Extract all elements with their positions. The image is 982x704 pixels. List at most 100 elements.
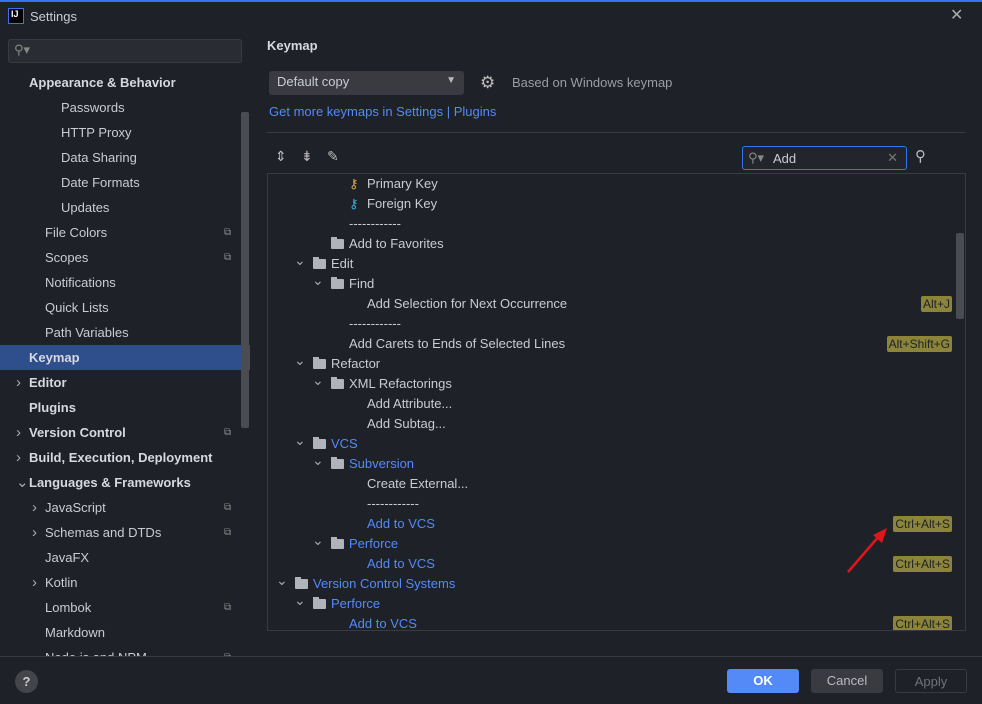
- chevron-right-icon[interactable]: ›: [16, 420, 21, 445]
- tree-row[interactable]: ⌄ Find: [268, 272, 965, 294]
- key-icon: ⚷: [349, 176, 359, 191]
- sidebar-item-label: Notifications: [45, 275, 116, 290]
- folder-icon: [331, 237, 344, 249]
- chevron-right-icon[interactable]: ›: [16, 445, 21, 470]
- keymap-select[interactable]: Default copy ▼: [269, 71, 464, 95]
- cancel-button[interactable]: Cancel: [811, 669, 883, 693]
- tree-scrollbar[interactable]: [956, 233, 964, 319]
- apply-button[interactable]: Apply: [895, 669, 967, 693]
- tree-row[interactable]: ------------: [268, 214, 965, 234]
- chevron-right-icon[interactable]: ›: [32, 495, 37, 520]
- tree-item-label: Add Selection for Next Occurrence: [367, 296, 568, 311]
- sidebar-item[interactable]: › Version Control ⧉: [0, 420, 250, 445]
- sidebar-item[interactable]: Date Formats: [0, 170, 250, 195]
- sidebar-item[interactable]: Appearance & Behavior: [0, 70, 250, 95]
- tree-row[interactable]: Add to Favorites: [268, 234, 965, 254]
- sidebar-item[interactable]: Data Sharing: [0, 145, 250, 170]
- tree-item-label: Foreign Key: [367, 196, 438, 211]
- sidebar-item-label: Build, Execution, Deployment: [29, 450, 213, 465]
- sidebar-search-input[interactable]: ⚲▾: [8, 39, 242, 63]
- sidebar-item[interactable]: Plugins: [0, 395, 250, 420]
- sidebar-item[interactable]: Keymap: [0, 345, 250, 370]
- gear-icon[interactable]: ⚙: [480, 73, 495, 93]
- chevron-right-icon[interactable]: ›: [16, 370, 21, 395]
- tree-row[interactable]: ------------: [268, 314, 965, 334]
- chevron-right-icon[interactable]: ›: [32, 570, 37, 595]
- sidebar-item-label: JavaFX: [45, 550, 90, 565]
- sidebar-item[interactable]: JavaFX: [0, 545, 250, 570]
- tree-row[interactable]: Add Selection for Next Occurrence Alt+J: [268, 294, 965, 314]
- chevron-down-icon: ▼: [446, 75, 456, 86]
- sidebar-item[interactable]: Quick Lists: [0, 295, 250, 320]
- keymap-search-input[interactable]: ⚲▾ Add ✕: [742, 146, 907, 170]
- chevron-down-icon[interactable]: ⌄: [312, 530, 324, 550]
- chevron-down-icon[interactable]: ⌄: [294, 350, 306, 370]
- sidebar-item[interactable]: › Kotlin: [0, 570, 250, 595]
- search-icon: ⚲▾: [748, 150, 765, 165]
- sidebar-item[interactable]: › Editor: [0, 370, 250, 395]
- sidebar-item[interactable]: › JavaScript ⧉: [0, 495, 250, 520]
- tree-row[interactable]: ⌄ Refactor: [268, 352, 965, 374]
- tree-row[interactable]: Add Carets to Ends of Selected Lines Alt+…: [268, 334, 965, 354]
- find-by-shortcut-icon[interactable]: ⚲: [915, 147, 926, 165]
- tree-row[interactable]: Add Subtag...: [268, 414, 965, 434]
- clear-icon[interactable]: ✕: [887, 150, 898, 166]
- sidebar-item-label: Scopes: [45, 250, 89, 265]
- folder-icon: [331, 537, 344, 549]
- chevron-down-icon[interactable]: ⌄: [294, 590, 306, 610]
- project-scope-icon: ⧉: [224, 502, 232, 513]
- sidebar-item[interactable]: HTTP Proxy: [0, 120, 250, 145]
- tree-item-label: Add Carets to Ends of Selected Lines: [349, 336, 566, 351]
- tree-row[interactable]: ⌄ VCS: [268, 432, 965, 454]
- chevron-right-icon[interactable]: ›: [32, 520, 37, 545]
- close-icon[interactable]: ✕: [950, 5, 963, 25]
- tree-row[interactable]: ⌄ Version Control Systems: [268, 572, 965, 594]
- sidebar-item[interactable]: Markdown: [0, 620, 250, 645]
- chevron-down-icon[interactable]: ⌄: [312, 270, 324, 290]
- tree-item-label: Perforce: [331, 596, 381, 611]
- sidebar-item[interactable]: ⌄ Languages & Frameworks: [0, 470, 250, 495]
- collapse-all-icon[interactable]: ⇟: [301, 148, 313, 165]
- sidebar-item[interactable]: › Build, Execution, Deployment: [0, 445, 250, 470]
- sidebar-item[interactable]: Passwords: [0, 95, 250, 120]
- red-annotation-arrow: [847, 528, 887, 573]
- edit-pencil-icon[interactable]: ✎: [327, 148, 339, 165]
- project-scope-icon: ⧉: [224, 527, 232, 538]
- sidebar-item[interactable]: Path Variables: [0, 320, 250, 345]
- chevron-down-icon[interactable]: ⌄: [276, 570, 288, 590]
- sidebar-item[interactable]: Lombok ⧉: [0, 595, 250, 620]
- tree-row[interactable]: ⚷ Foreign Key: [268, 194, 965, 214]
- chevron-down-icon[interactable]: ⌄: [294, 250, 306, 270]
- sidebar-item-label: Schemas and DTDs: [45, 525, 162, 540]
- sidebar-item-label: Version Control: [29, 425, 126, 440]
- tree-row[interactable]: Create External...: [268, 474, 965, 494]
- chevron-down-icon[interactable]: ⌄: [294, 430, 306, 450]
- expand-all-icon[interactable]: ⇕: [275, 148, 287, 165]
- tree-row[interactable]: ⚷ Primary Key: [268, 174, 965, 194]
- tree-row[interactable]: ------------: [268, 494, 965, 514]
- get-more-keymaps-link[interactable]: Get more keymaps in Settings | Plugins: [269, 104, 496, 119]
- tree-row[interactable]: Add to VCS Ctrl+Alt+S: [268, 614, 965, 630]
- chevron-down-icon[interactable]: ⌄: [312, 450, 324, 470]
- sidebar-item[interactable]: Notifications: [0, 270, 250, 295]
- sidebar: Appearance & Behavior Passwords HTTP Proxy…: [0, 70, 250, 656]
- tree-row[interactable]: Add Attribute...: [268, 394, 965, 414]
- tree-row[interactable]: ⌄ Edit: [268, 252, 965, 274]
- sidebar-item[interactable]: Updates: [0, 195, 250, 220]
- app-logo-icon: IJ: [8, 8, 24, 24]
- divider: [267, 132, 965, 133]
- chevron-down-icon[interactable]: ⌄: [16, 470, 29, 495]
- sidebar-scrollbar[interactable]: [241, 112, 249, 428]
- help-button[interactable]: ?: [15, 670, 38, 693]
- sidebar-item[interactable]: Node.js and NPM ⧉: [0, 645, 250, 656]
- ok-button[interactable]: OK: [727, 669, 799, 693]
- tree-row[interactable]: ⌄ Perforce: [268, 592, 965, 614]
- tree-row[interactable]: ⌄ XML Refactorings: [268, 372, 965, 394]
- project-scope-icon: ⧉: [224, 227, 232, 238]
- sidebar-item[interactable]: › Schemas and DTDs ⧉: [0, 520, 250, 545]
- tree-row[interactable]: ⌄ Subversion: [268, 452, 965, 474]
- sidebar-item[interactable]: Scopes ⧉: [0, 245, 250, 270]
- sidebar-item[interactable]: File Colors ⧉: [0, 220, 250, 245]
- chevron-down-icon[interactable]: ⌄: [312, 370, 324, 390]
- sidebar-item-label: Languages & Frameworks: [29, 475, 191, 490]
